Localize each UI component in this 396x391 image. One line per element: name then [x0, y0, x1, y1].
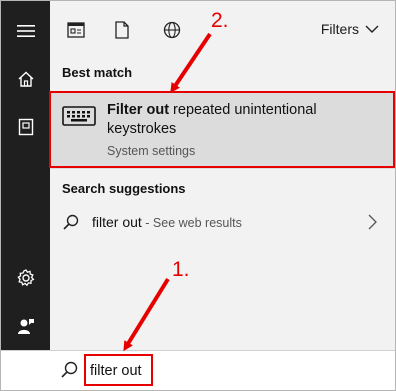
annotation-step-1-label: 1.: [172, 258, 190, 281]
feedback-person-icon[interactable]: [1, 306, 50, 346]
filters-dropdown[interactable]: Filters: [321, 21, 379, 37]
hamburger-menu-icon[interactable]: [1, 11, 50, 51]
search-window: Filters Best match Filter out repeated u…: [0, 0, 396, 391]
suggestion-query: filter out: [92, 214, 142, 230]
chevron-right-icon: [368, 214, 377, 235]
file-icon[interactable]: [110, 18, 134, 42]
suggestion-text: filter out - See web results: [92, 214, 242, 230]
home-icon[interactable]: [1, 59, 50, 99]
settings-gear-icon[interactable]: [1, 258, 50, 298]
filters-label: Filters: [320, 21, 359, 37]
notebook-icon[interactable]: [1, 107, 50, 147]
sidebar: [1, 1, 50, 350]
search-bar[interactable]: filter out: [1, 350, 395, 390]
search-icon: [61, 361, 78, 383]
annotation-step-2-label: 2.: [211, 9, 229, 32]
suggestion-hint: - See web results: [141, 216, 242, 230]
results-panel: Filters Best match Filter out repeated u…: [50, 1, 395, 350]
search-suggestions-heading: Search suggestions: [62, 181, 186, 196]
annotation-highlight-best-match: [49, 91, 395, 168]
document-view-icon[interactable]: [64, 18, 88, 42]
chevron-down-icon: [365, 25, 379, 33]
search-icon: [63, 214, 79, 235]
annotation-highlight-search-input: [84, 354, 153, 386]
suggestion-item[interactable]: filter out - See web results: [50, 204, 395, 240]
best-match-heading: Best match: [62, 65, 133, 80]
globe-icon[interactable]: [160, 18, 184, 42]
